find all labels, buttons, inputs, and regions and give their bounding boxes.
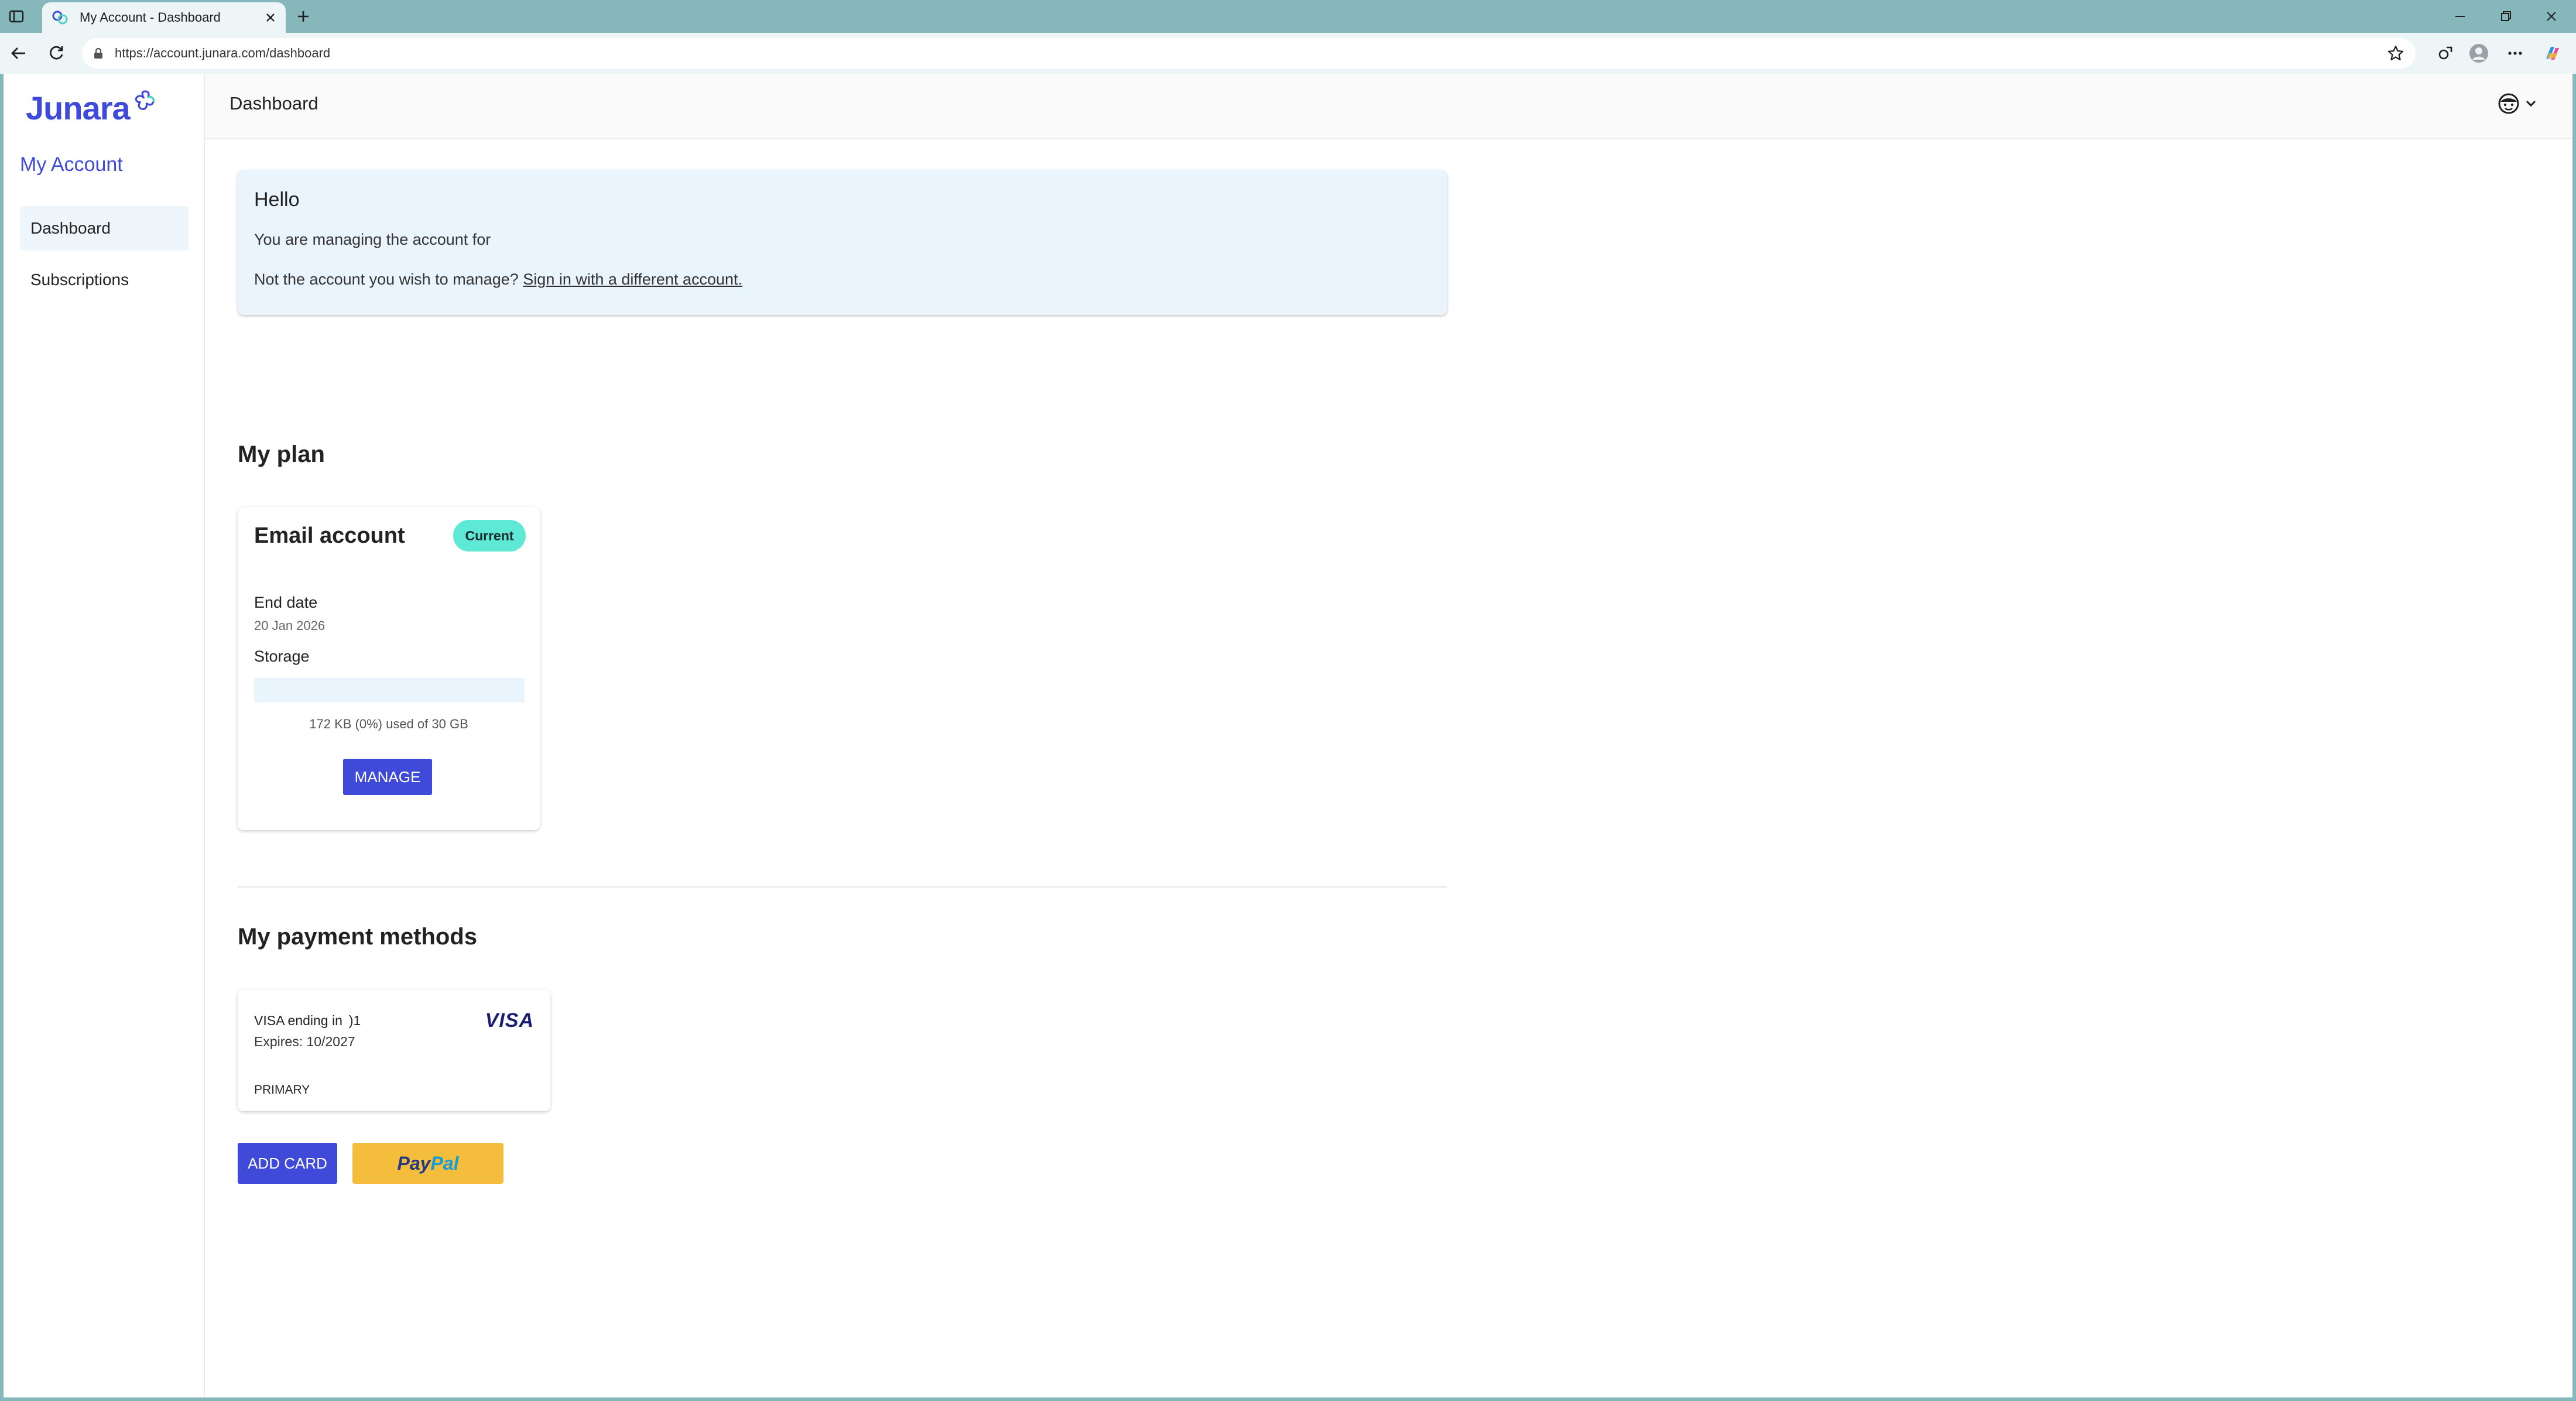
- wrong-account-line: Not the account you wish to manage? Sign…: [254, 270, 742, 289]
- page-viewport: Junara My Account Dashboard Subscription…: [4, 74, 2572, 1397]
- my-plan-heading: My plan: [238, 441, 325, 467]
- browser-tab-active[interactable]: My Account - Dashboard: [42, 2, 286, 33]
- sidebar-toggle-icon[interactable]: [8, 8, 25, 25]
- paypal-logo-pal: Pal: [430, 1152, 459, 1174]
- chevron-down-icon: [2526, 100, 2536, 107]
- sidebar-item-label: Dashboard: [30, 219, 111, 237]
- primary-card-label: PRIMARY: [254, 1083, 310, 1097]
- back-arrow-icon[interactable]: [7, 42, 30, 65]
- paypal-button[interactable]: Pay Pal: [352, 1143, 503, 1184]
- browser-tab-bar: My Account - Dashboard: [0, 0, 2576, 33]
- user-menu-button[interactable]: [2498, 93, 2537, 115]
- plan-card: Email account Current End date 20 Jan 20…: [238, 507, 540, 830]
- payment-card: VISA ending in )1 Expires: 10/2027 PRIMA…: [238, 989, 550, 1111]
- junara-logo[interactable]: Junara: [26, 89, 158, 136]
- page-header: Dashboard: [205, 74, 2572, 139]
- switch-account-link[interactable]: Sign in with a different account.: [523, 270, 742, 288]
- nav-heading: My Account: [20, 153, 123, 176]
- manage-button[interactable]: MANAGE: [343, 759, 432, 795]
- copilot-icon[interactable]: [2541, 42, 2564, 65]
- logo-text: Junara: [26, 90, 131, 126]
- extensions-icon[interactable]: [2433, 42, 2457, 65]
- user-face-icon: [2498, 93, 2519, 114]
- visa-logo-icon: VISA: [485, 1009, 534, 1032]
- site-info-icon[interactable]: [90, 45, 107, 61]
- junara-logo-mark-icon: [135, 90, 155, 110]
- sidebar-item-label: Subscriptions: [30, 270, 129, 289]
- current-plan-badge: Current: [453, 520, 526, 552]
- greeting-card: Hello You are managing the account for N…: [238, 170, 1447, 315]
- junara-favicon-icon: [52, 11, 68, 25]
- reload-icon[interactable]: [44, 42, 68, 65]
- storage-usage-text: 172 KB (0%) used of 30 GB: [309, 717, 468, 731]
- close-tab-icon[interactable]: [259, 6, 282, 29]
- wrong-account-text: Not the account you wish to manage?: [254, 270, 519, 288]
- sidebar-item-subscriptions[interactable]: Subscriptions: [20, 258, 189, 302]
- more-options-icon[interactable]: [2503, 42, 2527, 65]
- minimize-window-icon[interactable]: [2443, 5, 2478, 28]
- card-ending-text: VISA ending in )1: [254, 1013, 361, 1028]
- profile-avatar-icon[interactable]: [2467, 42, 2491, 65]
- bookmark-star-icon[interactable]: [2384, 42, 2407, 65]
- plan-name: Email account: [254, 523, 405, 548]
- browser-toolbar: https://account.junara.com/dashboard: [0, 33, 2576, 74]
- sidebar-item-dashboard[interactable]: Dashboard: [20, 206, 189, 251]
- page-title: Dashboard: [229, 93, 318, 114]
- managing-account-text: You are managing the account for: [254, 231, 491, 248]
- storage-progress-bar: [254, 678, 525, 703]
- end-date-label: End date: [254, 594, 318, 611]
- new-tab-icon[interactable]: [293, 6, 314, 27]
- storage-label: Storage: [254, 648, 310, 665]
- section-divider: [238, 886, 1447, 888]
- end-date-value: 20 Jan 2026: [254, 618, 326, 633]
- paypal-logo-pay: Pay: [397, 1152, 431, 1174]
- close-window-icon[interactable]: [2534, 5, 2569, 28]
- add-card-button[interactable]: ADD CARD: [238, 1143, 337, 1184]
- restore-window-icon[interactable]: [2488, 5, 2523, 28]
- greeting-title: Hello: [254, 189, 300, 211]
- left-sidebar: Junara My Account Dashboard Subscription…: [4, 74, 205, 1397]
- payment-methods-heading: My payment methods: [238, 924, 477, 950]
- tab-title: My Account - Dashboard: [80, 10, 221, 25]
- address-bar[interactable]: https://account.junara.com/dashboard: [82, 38, 2416, 68]
- url-text[interactable]: https://account.junara.com/dashboard: [115, 46, 2384, 61]
- card-expiry-text: Expires: 10/2027: [254, 1034, 355, 1049]
